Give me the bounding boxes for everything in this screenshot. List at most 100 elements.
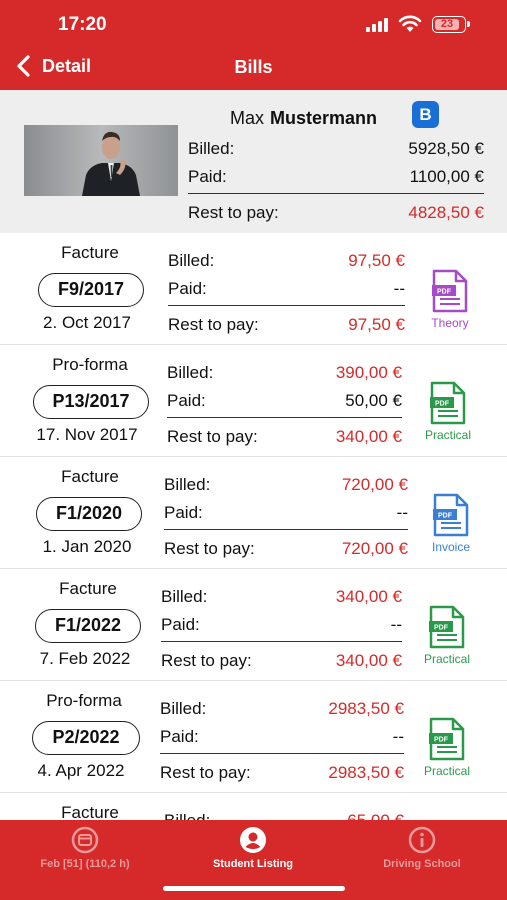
- page-title: Bills: [234, 57, 273, 77]
- tab-calendar[interactable]: Feb [51] (110,2 h): [0, 826, 170, 870]
- wifi-icon: [398, 15, 422, 32]
- pdf-document-label: Practical: [424, 428, 471, 442]
- pdf-document-button[interactable]: PDF Practical: [407, 717, 487, 778]
- bill-billed-label: Billed:: [161, 587, 208, 606]
- summary-paid-value: 1100,00 €: [409, 167, 484, 186]
- battery-level: 23: [435, 19, 459, 30]
- bill-billed-value: 720,00 €: [341, 475, 408, 494]
- pdf-document-button[interactable]: PDF Practical: [407, 605, 487, 666]
- status-time: 17:20: [58, 14, 107, 35]
- bill-row[interactable]: Facture F1/2020 1. Jan 2020 Billed: 720,00 €…: [0, 457, 507, 569]
- bill-divider: [161, 641, 402, 642]
- status-bar: 17:20 23: [0, 14, 507, 38]
- summary-billed-label: Billed:: [188, 139, 235, 158]
- battery-icon: 23: [432, 16, 470, 33]
- bill-billed-label: Billed:: [164, 475, 211, 494]
- bill-date: 7. Feb 2022: [39, 649, 131, 668]
- tab-driving-school[interactable]: Driving School: [337, 826, 507, 870]
- bill-billed-value: 340,00 €: [335, 587, 402, 606]
- pdf-document-button[interactable]: PDF Invoice: [411, 493, 491, 554]
- bill-date: 1. Jan 2020: [42, 537, 132, 556]
- summary-divider: [188, 193, 484, 194]
- bill-paid-value: --: [390, 615, 402, 634]
- bill-rest-label: Rest to pay:: [161, 651, 252, 670]
- student-first-name: Max: [230, 107, 265, 128]
- bill-paid-label: Paid:: [167, 391, 206, 410]
- bill-paid-value: --: [392, 727, 404, 746]
- pdf-document-label: Practical: [423, 652, 470, 666]
- bill-type: Facture: [61, 467, 119, 486]
- pdf-document-button[interactable]: PDF Theory: [410, 269, 490, 330]
- pdf-document-label: Invoice: [431, 540, 471, 554]
- pdf-document-label: Practical: [423, 764, 470, 778]
- bill-type: Pro-forma: [52, 355, 128, 374]
- home-indicator: [163, 886, 345, 891]
- bill-billed-value: 65,00 €: [264, 811, 404, 820]
- bill-date: 2. Oct 2017: [43, 313, 131, 332]
- license-class-badge: B: [412, 101, 439, 128]
- pdf-file-icon: PDF: [429, 605, 465, 649]
- pdf-document-label: Theory: [431, 316, 469, 330]
- bill-row[interactable]: Pro-forma P2/2022 4. Apr 2022 Billed: 2983,5…: [0, 681, 507, 793]
- bill-paid-label: Paid:: [168, 279, 207, 298]
- bill-type: Facture: [61, 243, 119, 262]
- pdf-file-icon: PDF: [433, 493, 469, 537]
- bill-rest-label: Rest to pay:: [168, 315, 259, 334]
- bill-rest-label: Rest to pay:: [164, 539, 255, 558]
- top-bar: 17:20 23 Detail Bills: [0, 0, 507, 90]
- student-name: Max Mustermann: [230, 104, 377, 132]
- bill-billed-label: Billed:: [168, 251, 215, 270]
- tab-student-listing-label: Student Listing: [212, 858, 294, 870]
- bill-number: P13/2017: [33, 385, 149, 419]
- svg-text:PDF: PDF: [435, 401, 450, 408]
- bill-type: Facture: [61, 803, 119, 820]
- bill-date: 4. Apr 2022: [37, 761, 125, 780]
- tab-calendar-label: Feb [51] (110,2 h): [40, 858, 130, 870]
- tab-student-listing[interactable]: Student Listing: [168, 826, 338, 870]
- bill-divider: [168, 305, 405, 306]
- bill-type: Pro-forma: [46, 691, 122, 710]
- bill-billed-value: 2983,50 €: [328, 699, 404, 718]
- bill-row[interactable]: Facture Billed: 65,00 €: [0, 793, 507, 820]
- bills-list[interactable]: Facture F9/2017 2. Oct 2017 Billed: 97,50 € P…: [0, 233, 507, 820]
- bill-number: F1/2022: [35, 609, 141, 643]
- bill-paid-label: Paid:: [161, 615, 200, 634]
- bill-row[interactable]: Pro-forma P13/2017 17. Nov 2017 Billed: 390,…: [0, 345, 507, 457]
- bill-rest-value: 2983,50 €: [328, 763, 404, 782]
- bill-divider: [167, 417, 402, 418]
- calendar-icon: [71, 826, 99, 854]
- bill-rest-value: 97,50 €: [348, 315, 405, 334]
- tab-driving-school-label: Driving School: [383, 858, 461, 870]
- bill-paid-value: 50,00 €: [345, 391, 402, 410]
- summary-paid-label: Paid:: [188, 167, 227, 186]
- svg-text:PDF: PDF: [438, 513, 453, 520]
- info-icon: [408, 826, 436, 854]
- bill-row[interactable]: Facture F1/2022 7. Feb 2022 Billed: 340,00 €…: [0, 569, 507, 681]
- bill-billed-label: Billed:: [167, 363, 214, 382]
- pdf-file-icon: PDF: [432, 269, 468, 313]
- bill-paid-value: --: [393, 279, 405, 298]
- summary-rest-value: 4828,50 €: [408, 203, 484, 222]
- student-photo: [24, 125, 178, 196]
- bill-date: 17. Nov 2017: [36, 425, 138, 444]
- bill-billed-label: Billed:: [164, 811, 210, 820]
- bill-divider: [164, 529, 408, 530]
- bill-rest-value: 340,00 €: [335, 651, 402, 670]
- bill-rest-label: Rest to pay:: [167, 427, 258, 446]
- summary-billed-value: 5928,50 €: [408, 139, 484, 158]
- bill-rest-value: 340,00 €: [335, 427, 402, 446]
- bill-paid-value: --: [396, 503, 408, 522]
- pdf-document-button[interactable]: PDF Practical: [408, 381, 488, 442]
- bill-paid-label: Paid:: [164, 503, 203, 522]
- bill-number: P2/2022: [32, 721, 140, 755]
- bill-number: F1/2020: [36, 497, 142, 531]
- student-last-name: Mustermann: [270, 107, 378, 128]
- bill-row[interactable]: Facture F9/2017 2. Oct 2017 Billed: 97,50 € P…: [0, 233, 507, 345]
- svg-text:PDF: PDF: [434, 737, 449, 744]
- bill-type: Facture: [59, 579, 117, 598]
- svg-text:PDF: PDF: [437, 289, 452, 296]
- summary-rest-label: Rest to pay:: [188, 203, 279, 222]
- bill-billed-label: Billed:: [160, 699, 207, 718]
- bill-divider: [160, 753, 404, 754]
- svg-text:PDF: PDF: [434, 625, 449, 632]
